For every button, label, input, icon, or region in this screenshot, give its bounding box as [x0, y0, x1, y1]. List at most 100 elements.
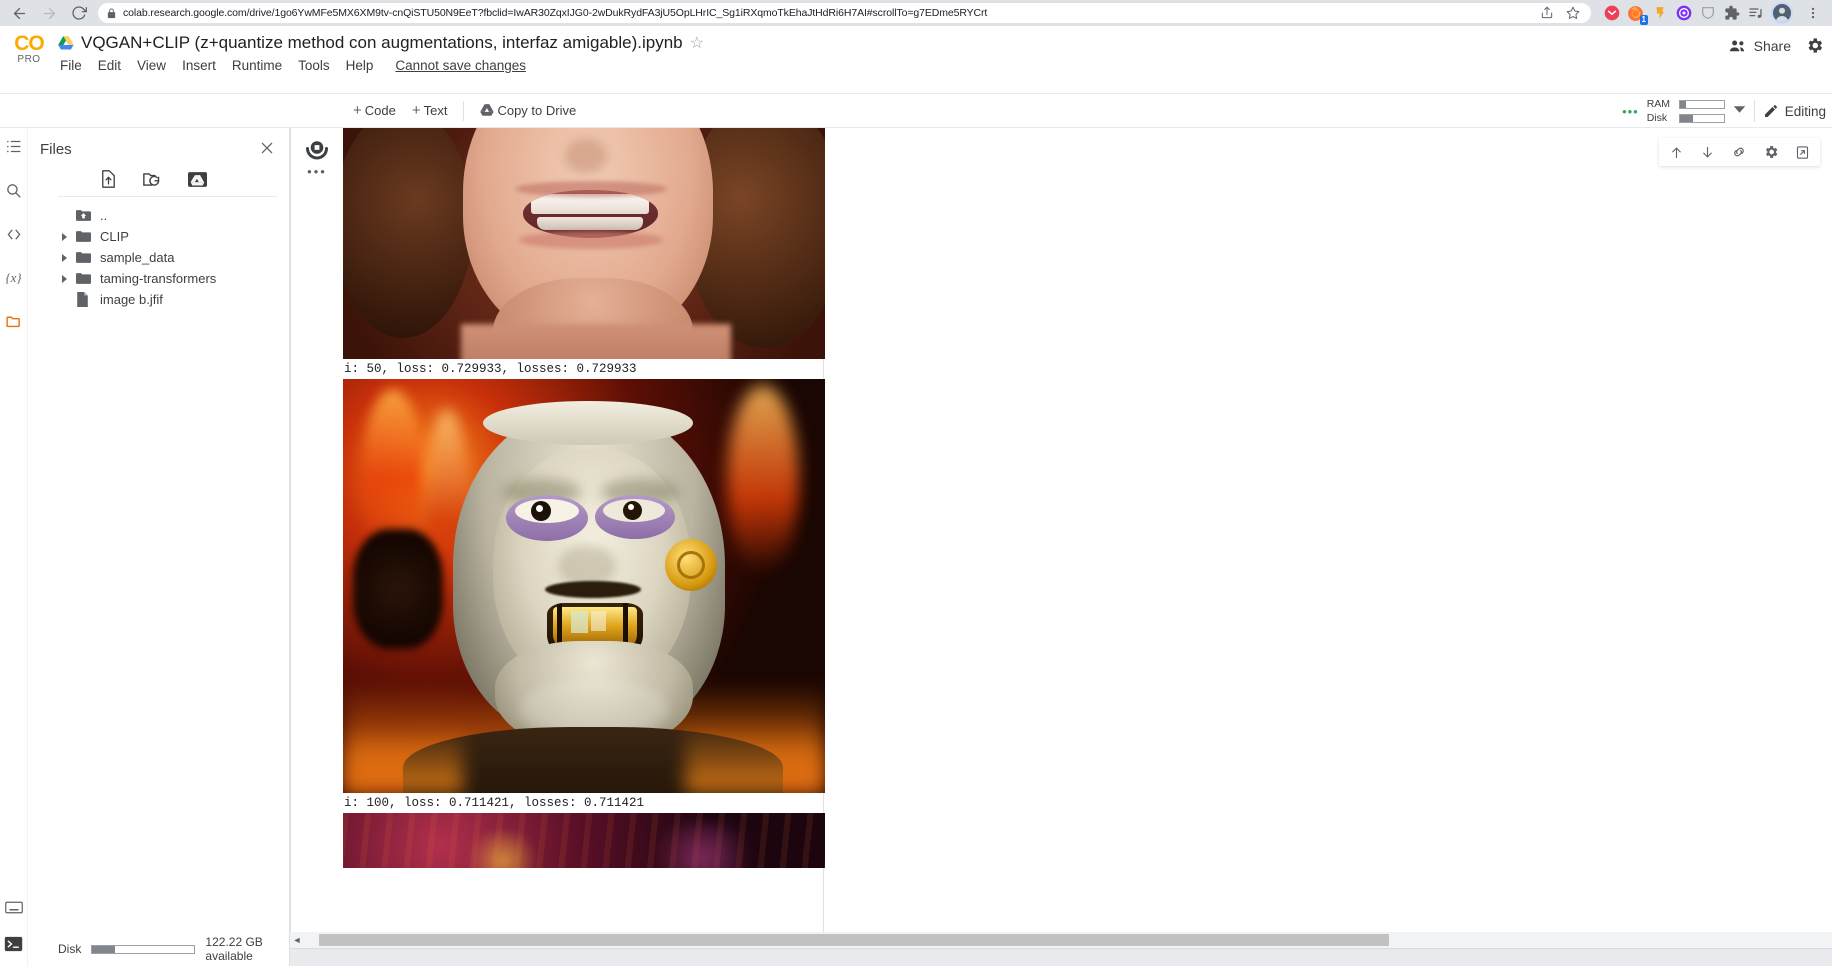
refresh-folder-icon[interactable]	[143, 171, 162, 188]
pencil-icon	[1763, 103, 1779, 119]
honey-extension-icon[interactable]	[1651, 5, 1668, 22]
google-drive-icon	[480, 104, 495, 117]
expand-triangle-icon[interactable]	[58, 232, 70, 241]
menu-insert[interactable]: Insert	[182, 58, 216, 73]
notebook-toolbar: + Code + Text Copy to Drive ••• RAM Disk	[0, 94, 1832, 128]
playlist-extension-icon[interactable]	[1747, 5, 1764, 22]
scrollbar-thumb[interactable]	[319, 934, 1389, 946]
files-panel-title: Files	[40, 140, 72, 158]
menu-tools[interactable]: Tools	[298, 58, 330, 73]
stop-running-icon[interactable]	[304, 136, 330, 162]
editing-label: Editing	[1784, 103, 1826, 119]
expand-triangle-icon[interactable]	[58, 274, 70, 283]
page-title: VQGAN+CLIP (z+quantize method con augmen…	[81, 33, 683, 52]
scroll-left-arrow-icon[interactable]: ◄	[290, 935, 304, 945]
cell-action-toolbar	[1659, 138, 1820, 166]
expand-triangle-icon[interactable]	[58, 253, 70, 262]
share-button[interactable]: Share	[1729, 38, 1791, 54]
menu-help[interactable]: Help	[346, 58, 374, 73]
table-of-contents-icon[interactable]	[5, 138, 22, 155]
files-icon[interactable]	[4, 313, 23, 330]
google-drive-icon	[58, 35, 74, 51]
address-bar[interactable]: colab.research.google.com/drive/1go6YwMF…	[98, 3, 1591, 23]
output-image-1	[343, 128, 825, 359]
output-text-1: i: 50, loss: 0.729933, losses: 0.729933	[344, 362, 637, 376]
connection-dots-icon[interactable]: •••	[1622, 104, 1639, 119]
horizontal-scrollbar[interactable]: ◄	[290, 932, 1832, 948]
save-status-link[interactable]: Cannot save changes	[395, 58, 526, 73]
code-snippets-icon[interactable]	[5, 226, 23, 243]
plus-icon: +	[411, 102, 421, 119]
add-code-cell-button[interactable]: + Code	[345, 102, 404, 119]
move-cell-down-icon[interactable]	[1700, 145, 1715, 160]
browser-menu-icon[interactable]	[1800, 2, 1826, 24]
add-text-cell-button[interactable]: + Text	[404, 102, 456, 119]
scrollbar-track[interactable]	[304, 933, 1832, 947]
editing-mode-button[interactable]: Editing	[1763, 103, 1826, 119]
copy-to-drive-label: Copy to Drive	[497, 103, 577, 118]
add-text-label: Text	[423, 103, 448, 118]
copy-to-drive-button[interactable]: Copy to Drive	[472, 103, 584, 118]
menu-edit[interactable]: Edit	[98, 58, 121, 73]
url-text: colab.research.google.com/drive/1go6YwMF…	[123, 7, 988, 19]
upload-file-icon[interactable]	[100, 170, 117, 188]
notebook-scroll-area[interactable]: ••• i: 50, loss: 0.729933, losses: 0.729…	[290, 128, 1832, 966]
bookmark-star-icon[interactable]	[1563, 6, 1583, 20]
more-vert-icon[interactable]: •••	[307, 165, 327, 178]
share-page-icon[interactable]	[1537, 6, 1557, 20]
output-text-2: i: 100, loss: 0.711421, losses: 0.711421	[344, 796, 645, 810]
move-cell-up-icon[interactable]	[1669, 145, 1684, 160]
tree-item-taming-transformers[interactable]: taming-transformers	[58, 268, 289, 289]
gear-icon[interactable]	[1805, 36, 1824, 55]
tree-item-parent[interactable]: ..	[58, 205, 289, 226]
shield-extension-icon[interactable]	[1699, 5, 1716, 22]
link-to-cell-icon[interactable]	[1731, 144, 1747, 160]
browser-extensions: 1	[1597, 2, 1826, 25]
mount-drive-icon[interactable]	[188, 171, 207, 188]
tree-item-image-file[interactable]: image b.jfif	[58, 289, 289, 310]
tree-item-label: sample_data	[100, 250, 175, 265]
files-panel: Files .. CLIP sample_data taming-transfo…	[28, 128, 290, 966]
star-icon[interactable]: ☆	[690, 33, 704, 53]
variables-icon[interactable]: {x}	[5, 270, 21, 286]
chevron-down-icon[interactable]	[1733, 105, 1746, 117]
colab-logo[interactable]: CO PRO	[0, 26, 58, 66]
pocket-extension-icon[interactable]	[1603, 5, 1620, 22]
cell-outputs: i: 50, loss: 0.729933, losses: 0.729933	[343, 128, 825, 868]
firefox-extension-icon[interactable]: 1	[1627, 5, 1648, 25]
files-action-row	[58, 162, 277, 197]
keyboard-icon[interactable]	[4, 901, 23, 914]
open-in-new-tab-icon[interactable]	[1795, 145, 1810, 160]
close-icon[interactable]	[259, 140, 275, 158]
tree-item-label: taming-transformers	[100, 271, 217, 286]
menu-file[interactable]: File	[60, 58, 82, 73]
menu-runtime[interactable]: Runtime	[232, 58, 282, 73]
people-icon	[1729, 39, 1747, 53]
tree-item-label: CLIP	[100, 229, 129, 244]
rail-bottom-group	[0, 901, 27, 952]
search-icon[interactable]	[5, 182, 22, 199]
puzzle-extensions-icon[interactable]	[1723, 5, 1740, 22]
menu-view[interactable]: View	[137, 58, 166, 73]
reload-icon[interactable]	[66, 2, 92, 24]
toolbar-divider	[463, 100, 465, 121]
terminal-icon[interactable]	[4, 936, 23, 952]
output-image-3	[343, 813, 825, 868]
grammarly-extension-icon[interactable]	[1675, 5, 1692, 22]
notebook-cell[interactable]: ••• i: 50, loss: 0.729933, losses: 0.729…	[290, 128, 825, 966]
tree-item-sample-data[interactable]: sample_data	[58, 247, 289, 268]
toolbar-divider	[1753, 100, 1755, 122]
disk-status-label: Disk	[58, 942, 82, 956]
share-label: Share	[1753, 37, 1791, 54]
resource-meters[interactable]: RAM Disk	[1647, 98, 1725, 124]
parent-folder-icon	[76, 209, 94, 222]
disk-label: Disk	[1646, 112, 1668, 124]
colab-header: CO PRO VQGAN+CLIP (z+quantize method con…	[0, 26, 1832, 94]
folder-icon	[76, 230, 94, 243]
profile-avatar[interactable]	[1771, 2, 1793, 24]
tree-item-clip[interactable]: CLIP	[58, 226, 289, 247]
forward-arrow-icon[interactable]	[36, 2, 62, 24]
cell-settings-icon[interactable]	[1763, 144, 1779, 160]
back-arrow-icon[interactable]	[6, 2, 32, 24]
menu-bar: File Edit View Insert Runtime Tools Help…	[58, 58, 1832, 73]
